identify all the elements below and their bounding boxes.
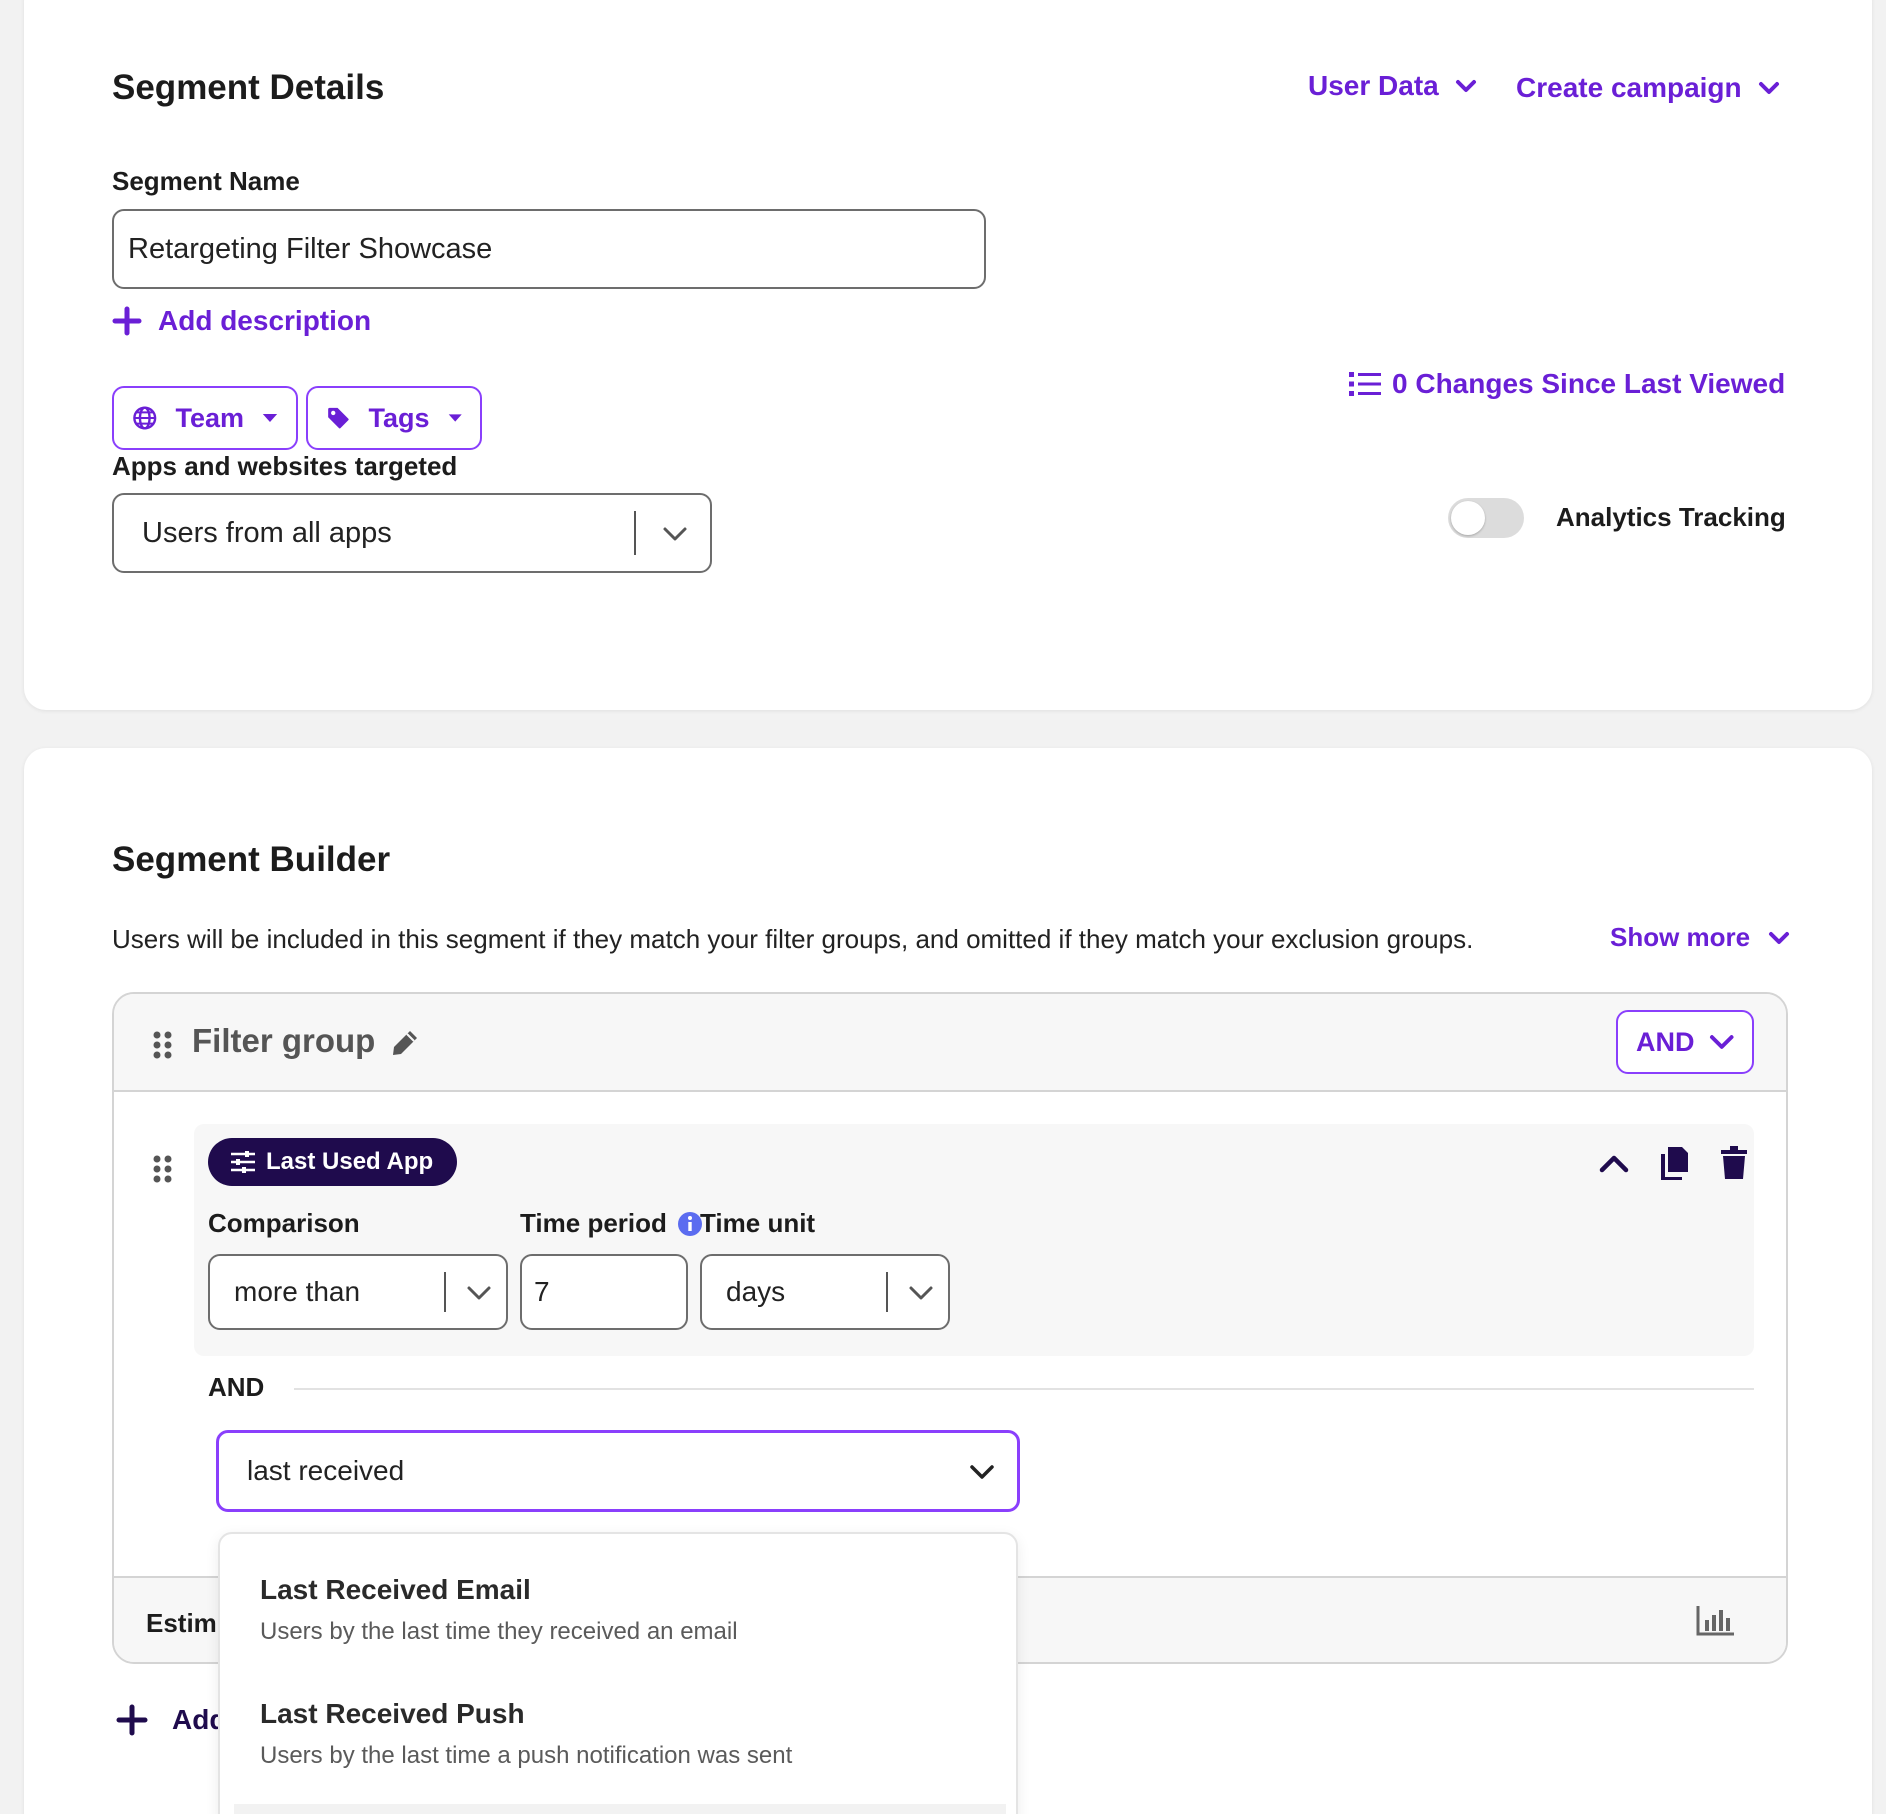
analytics-tracking-label: Analytics Tracking (1556, 502, 1786, 532)
team-label: Team (175, 402, 245, 433)
segment-name-input[interactable]: Retargeting Filter Showcase (112, 209, 986, 289)
time-unit-label: Time unit (700, 1208, 816, 1238)
time-unit-select[interactable]: days (700, 1254, 950, 1330)
add-group-button[interactable]: Add (116, 1704, 226, 1736)
show-more-label: Show more (1610, 922, 1751, 952)
apps-targeted-select[interactable]: Users from all apps (112, 493, 712, 573)
filter-search-select[interactable]: last received (216, 1430, 1020, 1512)
segment-builder-title: Segment Builder (112, 840, 391, 879)
chevron-down-icon (1455, 80, 1476, 92)
user-data-label: User Data (1308, 70, 1439, 101)
changes-since-last-viewed-link[interactable]: 0 Changes Since Last Viewed (1348, 368, 1785, 400)
comparison-value: more than (234, 1276, 361, 1307)
and-divider-line (294, 1388, 1754, 1390)
segment-details-card: Segment Details User Data Create campaig… (24, 0, 1872, 710)
create-campaign-label: Create campaign (1516, 72, 1742, 103)
option-subtitle: Users by the last time they received an … (260, 1618, 738, 1645)
info-icon[interactable] (677, 1211, 703, 1237)
filter-search-value: last received (247, 1455, 405, 1486)
time-unit-value: days (726, 1276, 786, 1307)
chevron-down-icon (909, 1286, 933, 1300)
toggle-knob (1451, 501, 1485, 535)
apps-targeted-label: Apps and websites targeted (112, 451, 458, 481)
filter-group-title[interactable]: Filter group (192, 1022, 375, 1060)
globe-icon (133, 406, 157, 430)
chevron-down-icon (1758, 82, 1779, 94)
operator-label: AND (1636, 1026, 1695, 1057)
copy-icon[interactable] (1660, 1146, 1690, 1180)
bar-chart-icon[interactable] (1696, 1604, 1736, 1636)
apps-targeted-value: Users from all apps (142, 516, 392, 549)
caret-down-icon (262, 414, 278, 422)
sliders-icon (231, 1151, 255, 1173)
plus-icon (116, 1704, 148, 1736)
plus-icon (112, 306, 142, 336)
chevron-down-icon (467, 1286, 491, 1300)
tags-button[interactable]: Tags (306, 386, 482, 450)
tags-label: Tags (368, 402, 430, 433)
segment-name-value: Retargeting Filter Showcase (128, 232, 493, 265)
filter-tag[interactable]: Last Used App (208, 1138, 458, 1186)
select-separator (444, 1272, 446, 1312)
comparison-label: Comparison (208, 1208, 360, 1238)
time-period-label: Time period (520, 1208, 667, 1238)
segment-builder-description: Users will be included in this segment i… (112, 924, 1474, 954)
filter-group-operator-dropdown[interactable]: AND (1616, 1010, 1754, 1074)
comparison-select[interactable]: more than (208, 1254, 508, 1330)
dropdown-option[interactable]: Last Received Push Users by the last tim… (220, 1680, 1016, 1790)
analytics-tracking-toggle[interactable] (1448, 498, 1524, 538)
add-description-label: Add description (158, 305, 372, 336)
show-more-button[interactable]: Show more (1610, 922, 1790, 953)
option-title: Last Received Push (260, 1698, 525, 1729)
segment-name-label: Segment Name (112, 166, 300, 196)
dropdown-option-hover-strip (234, 1804, 1006, 1814)
create-campaign-dropdown[interactable]: Create campaign (1516, 72, 1780, 104)
option-subtitle: Users by the last time a push notificati… (260, 1742, 793, 1769)
and-divider-label: AND (208, 1372, 265, 1402)
tag-icon (328, 407, 349, 429)
user-data-dropdown[interactable]: User Data (1308, 70, 1477, 102)
drag-handle-icon[interactable] (152, 1030, 174, 1060)
select-separator (634, 511, 636, 555)
filter-panel: Last Used App Comparison Time period Tim… (194, 1124, 1754, 1356)
collapse-icon[interactable] (1598, 1152, 1630, 1174)
time-period-input[interactable]: 7 (520, 1254, 688, 1330)
time-period-value: 7 (534, 1276, 550, 1307)
segment-details-title: Segment Details (112, 68, 385, 107)
chevron-down-icon (1769, 931, 1790, 944)
drag-handle-icon[interactable] (152, 1154, 174, 1184)
team-button[interactable]: Team (112, 386, 298, 450)
list-icon (1349, 372, 1381, 396)
estimate-label: Estim (146, 1608, 217, 1638)
filter-group-header: Filter group AND (114, 994, 1786, 1092)
select-separator (886, 1272, 888, 1312)
time-period-label-wrap: Time period (520, 1208, 703, 1239)
pencil-icon[interactable] (390, 1028, 420, 1058)
chevron-down-icon (663, 527, 687, 541)
filter-tag-label: Last Used App (266, 1148, 434, 1175)
filter-options-dropdown: Last Received Email Users by the last ti… (218, 1532, 1018, 1814)
chevron-down-icon (970, 1465, 994, 1479)
chevron-down-icon (1709, 1035, 1734, 1049)
add-description-button[interactable]: Add description (112, 305, 371, 337)
caret-down-icon (448, 414, 462, 422)
trash-icon[interactable] (1720, 1146, 1748, 1180)
dropdown-option[interactable]: Last Received Email Users by the last ti… (220, 1556, 1016, 1666)
option-title: Last Received Email (260, 1574, 531, 1605)
changes-label: 0 Changes Since Last Viewed (1392, 368, 1786, 399)
